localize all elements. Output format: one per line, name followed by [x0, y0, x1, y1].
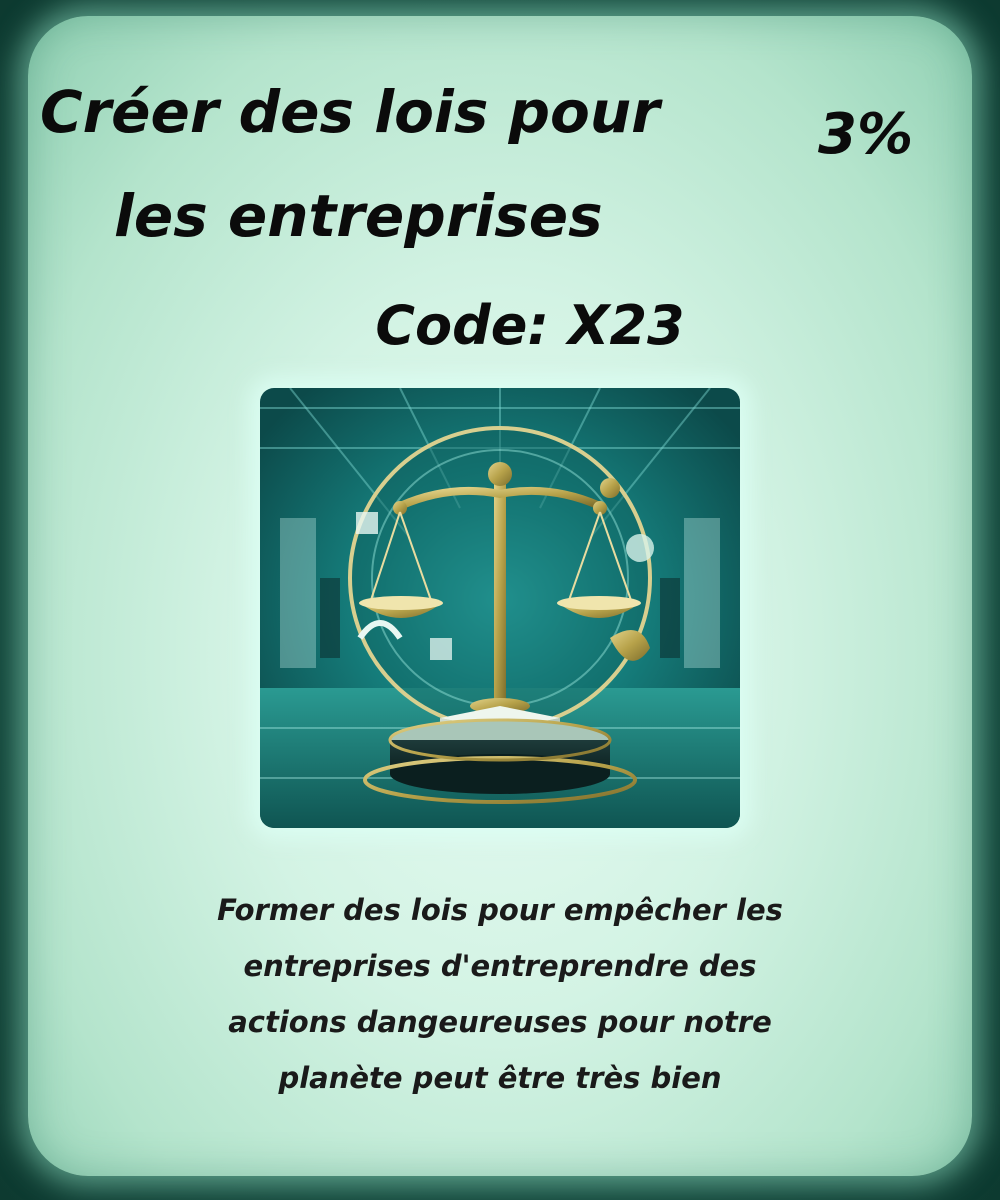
game-card[interactable]: Créer des lois pour les entreprises 3% C… [28, 16, 972, 1176]
scales-of-justice-icon [260, 388, 740, 828]
card-description-line-2: entreprises d'entreprendre des [243, 949, 757, 983]
card-description-line-4: planète peut être très bien [278, 1061, 722, 1095]
scales-of-justice-illustration [260, 388, 740, 828]
card-description: Former des lois pour empêcher les entrep… [108, 882, 892, 1106]
card-title-line-2: les entreprises [114, 182, 603, 250]
card-description-line-1: Former des lois pour empêcher les [217, 893, 783, 927]
percent-badge: 3% [818, 102, 914, 167]
card-code: Code: X23 [375, 294, 685, 357]
card-title-line-1: Créer des lois pour [40, 78, 660, 146]
card-title: Créer des lois pour les entreprises [40, 60, 800, 268]
card-description-line-3: actions dangeureuses pour notre [228, 1005, 772, 1039]
